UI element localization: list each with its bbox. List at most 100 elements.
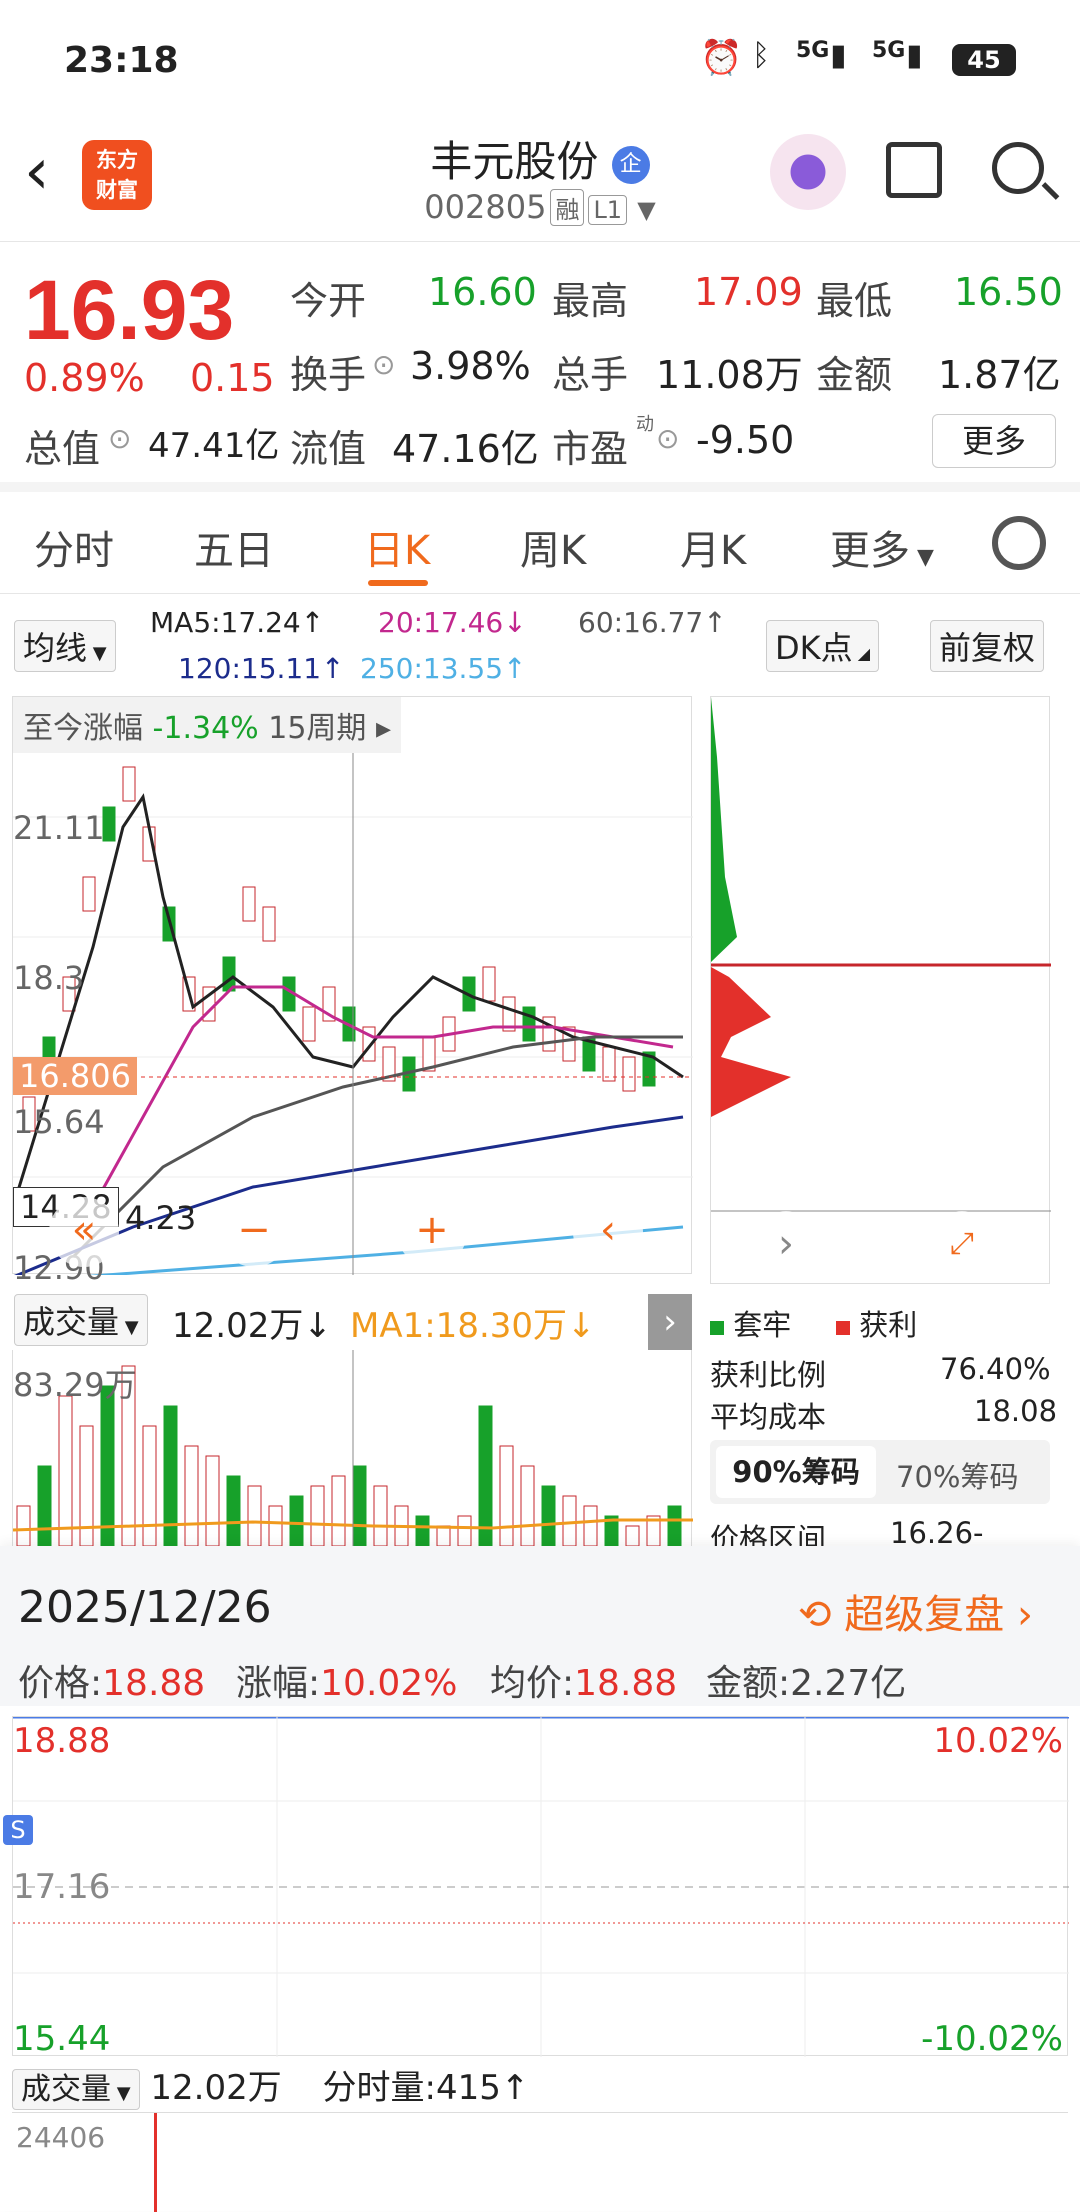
volume-value: 12.02万↓ (172, 1306, 332, 1346)
low-value: 16.50 (954, 270, 1063, 314)
chart-tabs: 分时 五日 日K 周K 月K 更多 ▼ (0, 492, 1080, 594)
enterprise-badge: 企 (611, 145, 650, 184)
intraday-chart[interactable]: 18.88 17.16 15.44 10.02% -10.02% S (3, 1715, 1069, 2059)
y-top-price: 18.88 (13, 1721, 111, 1761)
float-value: 47.16亿 (392, 427, 539, 471)
avg-value: 18.88 (574, 1663, 678, 1704)
amt-label: 金额: (706, 1663, 791, 1704)
info-icon[interactable]: ⊙ (656, 422, 679, 455)
chip-info: 套牢 获利 获利比例 76.40% 平均成本 18.08 90%筹码 70%筹码… (710, 1290, 1057, 1584)
profit-ratio-label: 获利比例 (710, 1358, 827, 1392)
volume-bar (562, 1495, 577, 1547)
share-icon[interactable] (886, 142, 942, 198)
volume-bar (184, 1445, 199, 1547)
cursor-price-label: 16.806 (13, 1057, 137, 1095)
tab-more[interactable]: 更多 ▼ (830, 518, 934, 576)
gear-icon[interactable] (992, 516, 1046, 570)
chip-profit-area (711, 967, 791, 1117)
intraday-volume-selector[interactable]: 成交量 ▼ (12, 2069, 140, 2110)
intraday-popup: 2025/12/26 ⟲ 超级复盘 › 价格:18.88 涨幅:10.02% 均… (0, 1546, 1080, 2212)
history-icon: ⟲ (798, 1592, 832, 1638)
scroll-left-fast-icon[interactable]: « (49, 1197, 119, 1267)
active-tab-indicator (368, 580, 428, 586)
pe-value: -9.50 (696, 418, 795, 462)
signal-icon: ▮ (830, 38, 847, 73)
volume-bar (436, 1525, 451, 1547)
chevron-down-icon[interactable]: ▼ (637, 196, 655, 224)
volume-bar (58, 1395, 73, 1547)
price-pct: 0.89% (24, 356, 145, 400)
ma5-value: MA5:17.24↑ (150, 606, 325, 639)
volume-bar (541, 1485, 556, 1547)
tab-chip-70[interactable]: 70%筹码 (896, 1454, 1018, 1496)
sell-marker[interactable]: S (3, 1815, 33, 1845)
ma-legend: 均线 ▼ MA5:17.24↑ 20:17.46↓ 60:16.77↑ 120:… (0, 594, 1080, 694)
margin-tag: 融 (550, 189, 585, 226)
float-label: 流值 (290, 427, 367, 471)
ma120-value: 120:15.11↑ (178, 652, 345, 685)
avg-label: 均价: (490, 1663, 575, 1704)
candle (602, 1046, 616, 1082)
scroll-right-icon[interactable]: › (751, 1211, 821, 1281)
open-value: 16.60 (428, 270, 537, 314)
more-button[interactable]: 更多 (932, 414, 1056, 468)
chg-label: 涨幅: (236, 1663, 321, 1704)
turnover-label: 换手 (290, 353, 367, 397)
pe-dynamic-sup: 动 (636, 414, 654, 435)
scroll-left-icon[interactable]: ‹ (573, 1197, 643, 1267)
intraday-volume-chart[interactable]: 24406 (12, 2112, 1068, 2212)
avg-cost-value: 18.08 (974, 1394, 1058, 1428)
volume-selector[interactable]: 成交量 ▼ (14, 1294, 148, 1346)
volume-bar (226, 1475, 241, 1547)
volume-bar (310, 1485, 325, 1547)
range-change-box[interactable]: 至今涨幅 -1.34% 15周期 ▸ (13, 697, 402, 753)
zoom-out-icon[interactable]: − (219, 1197, 289, 1267)
y-label-3: 15.64 (13, 1103, 105, 1141)
expand-arrow-icon[interactable]: › (648, 1294, 692, 1350)
adjust-selector[interactable]: 前复权 (930, 620, 1045, 672)
volume-bar (478, 1405, 493, 1547)
info-icon[interactable]: ⊙ (372, 348, 395, 381)
kline-chart[interactable]: 至今涨幅 -1.34% 15周期 ▸ 21.11 18.3 15.64 12.9… (11, 696, 693, 1287)
tab-five-day[interactable]: 五日 (194, 518, 274, 576)
candle (242, 886, 256, 922)
intraday-volume-value: 12.02万 (150, 2068, 282, 2108)
info-icon[interactable]: ⊙ (108, 422, 131, 455)
assistant-robot-icon[interactable] (770, 134, 846, 210)
legend-profit: 获利 (836, 1302, 917, 1344)
candle (622, 1056, 636, 1092)
zoom-in-icon[interactable]: + (397, 1197, 467, 1267)
status-bar: 23:18 ⏰ ᛒ 5G ▮ 5G ▮ 45 (0, 0, 1080, 120)
fullscreen-icon[interactable]: ⤢ (927, 1211, 997, 1281)
tab-chip-90[interactable]: 90%筹码 (716, 1446, 876, 1498)
alarm-icon: ⏰ (700, 38, 743, 78)
mktcap-label: 总值 (24, 427, 101, 471)
amt-value: 2.27亿 (790, 1663, 907, 1704)
avg-cost-label: 平均成本 (710, 1400, 827, 1434)
turnover-value: 3.98% (410, 344, 531, 388)
low-label: 最低 (816, 279, 893, 323)
volume-bar (289, 1495, 304, 1547)
quote-panel: 16.93 0.89% 0.15 总值 ⊙ 47.41亿 今开 16.60 最高… (0, 242, 1080, 492)
tab-daily-k[interactable]: 日K (364, 518, 430, 576)
amount-label: 金额 (816, 353, 893, 397)
ma20-line (91, 985, 674, 1208)
volume-chart[interactable]: 83.29万 (12, 1350, 693, 1547)
volume-bar (583, 1505, 598, 1547)
current-price: 16.93 (24, 263, 235, 357)
volume-bar (625, 1525, 640, 1547)
volume-bar (499, 1445, 514, 1547)
ma-selector[interactable]: 均线 ▼ (14, 620, 116, 672)
stock-header: ‹ 东方 财富 丰元股份 企 002805 融 L1 ▼ (0, 120, 1080, 242)
replay-link[interactable]: ⟲ 超级复盘 › (798, 1582, 1033, 1640)
ma5-line (11, 793, 684, 1208)
tab-intraday[interactable]: 分时 (34, 518, 114, 576)
signal-5g-label: 5G (796, 38, 830, 63)
search-icon[interactable] (992, 142, 1044, 194)
tab-monthly-k[interactable]: 月K (680, 518, 746, 576)
candle (122, 766, 136, 802)
battery-indicator: 45 (952, 44, 1016, 76)
dk-point-selector[interactable]: DK点 ◢ (766, 620, 880, 672)
profit-ratio-value: 76.40% (940, 1352, 1051, 1386)
tab-weekly-k[interactable]: 周K (520, 518, 586, 576)
